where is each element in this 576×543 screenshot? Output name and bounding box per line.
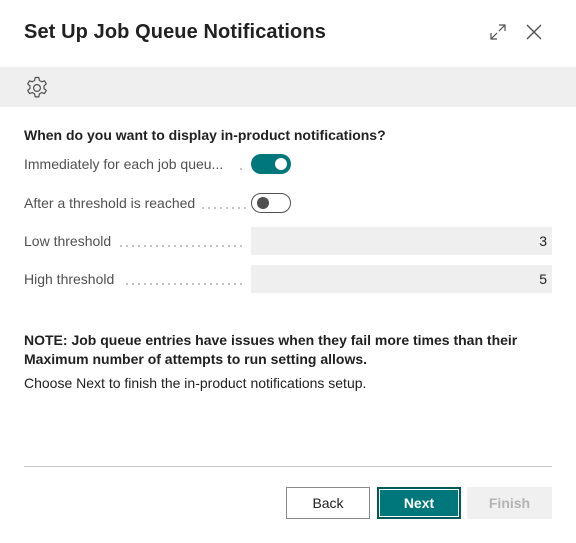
toggle-knob — [275, 158, 287, 170]
leader-dots — [118, 245, 246, 247]
settings-button[interactable] — [23, 74, 51, 102]
leader-dots — [238, 168, 246, 170]
leader-dots — [200, 207, 246, 209]
expand-button[interactable] — [486, 20, 510, 44]
footer-divider — [24, 466, 552, 467]
finish-button[interactable]: Finish — [467, 487, 552, 519]
field-label: Immediately for each job queu... — [24, 156, 224, 172]
note-text: NOTE: Job queue entries have issues when… — [24, 332, 518, 367]
notification-question: When do you want to display in-product n… — [24, 127, 386, 143]
gear-icon — [27, 76, 47, 98]
next-button[interactable]: Next — [377, 487, 461, 519]
field-label: High threshold — [24, 271, 115, 287]
action-bar — [0, 67, 576, 107]
field-label: Low threshold — [24, 233, 112, 249]
field-label: After a threshold is reached — [24, 195, 196, 211]
field-threshold-reached: After a threshold is reached — [24, 189, 552, 217]
toggle-knob — [257, 197, 269, 209]
instruction-text: Choose Next to finish the in-product not… — [24, 375, 367, 391]
field-immediately: Immediately for each job queu... — [24, 150, 552, 178]
expand-icon — [490, 24, 506, 40]
low-threshold-input[interactable]: 3 — [251, 227, 552, 255]
immediately-toggle[interactable] — [251, 154, 291, 174]
close-button[interactable] — [522, 20, 546, 44]
field-high-threshold: High threshold 5 — [24, 265, 552, 293]
high-threshold-input[interactable]: 5 — [251, 265, 552, 293]
field-low-threshold: Low threshold 3 — [24, 227, 552, 255]
dialog-title: Set Up Job Queue Notifications — [24, 21, 326, 43]
close-icon — [526, 24, 542, 40]
threshold-toggle[interactable] — [251, 193, 291, 213]
leader-dots — [124, 283, 246, 285]
setup-dialog: Set Up Job Queue Notifications When do y… — [0, 0, 576, 543]
back-button[interactable]: Back — [286, 487, 370, 519]
